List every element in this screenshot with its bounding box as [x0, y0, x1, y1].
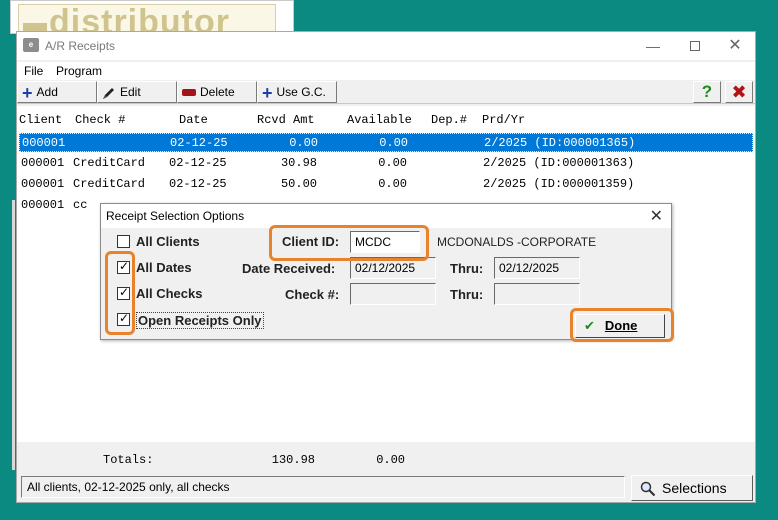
menu-program[interactable]: Program [56, 64, 102, 78]
minimize-button[interactable]: — [641, 36, 665, 56]
cell-rcvd: 30.98 [280, 156, 317, 170]
all-dates-label: All Dates [136, 260, 192, 275]
logo-text: distributor [49, 4, 230, 34]
cell-date: 02-12-25 [169, 177, 227, 191]
cell-client: 000001 [21, 177, 65, 191]
window-title: A/R Receipts [45, 39, 116, 53]
add-button[interactable]: + Add [17, 81, 97, 103]
add-label: Add [36, 85, 58, 99]
checkbox-highlight [105, 251, 135, 335]
cell-client: 000001 [21, 198, 65, 212]
use-gc-label: Use G.C. [276, 85, 326, 99]
maximize-icon [690, 41, 700, 51]
cell-available: 0.00 [379, 136, 408, 150]
date-thru-label: Thru: [450, 261, 484, 276]
check-number-label: Check #: [285, 287, 340, 302]
table-row[interactable]: 000001 CreditCard 02-12-25 50.00 0.00 2/… [19, 175, 753, 194]
title-bar[interactable]: e A/R Receipts — ✕ [17, 32, 755, 60]
exit-icon: ✖ [731, 82, 747, 102]
totals-bar: Totals: 130.98 0.00 [17, 449, 755, 471]
totals-rcvd: 130.98 [271, 453, 315, 467]
exit-button[interactable]: ✖ [725, 81, 753, 103]
cell-available: 0.00 [378, 156, 407, 170]
col-available[interactable]: Available [347, 113, 412, 127]
toolbar: + Add Edit Delete + Use G.C. ? ✖ [17, 80, 755, 104]
cell-check: CreditCard [73, 177, 146, 191]
distributor-logo: distributor [18, 4, 276, 34]
list-header: Client Check # Date Rcvd Amt Available D… [17, 106, 755, 132]
maximize-button[interactable] [683, 36, 707, 56]
cell-available: 0.00 [378, 177, 407, 191]
client-name: MCDONALDS -CORPORATE [437, 235, 597, 249]
dialog-title: Receipt Selection Options [106, 209, 245, 223]
date-received-label: Date Received: [242, 261, 336, 276]
edit-label: Edit [120, 85, 141, 99]
col-date[interactable]: Date [179, 113, 208, 127]
app-icon: e [23, 38, 39, 52]
all-clients-checkbox[interactable] [117, 235, 130, 248]
done-button-highlight [570, 308, 674, 342]
col-rcvd-amt[interactable]: Rcvd Amt [257, 113, 315, 127]
col-prd-yr[interactable]: Prd/Yr [482, 113, 525, 127]
totals-available: 0.00 [376, 453, 405, 467]
close-window-button[interactable]: ✕ [723, 36, 747, 56]
cell-check: CreditCard [73, 156, 146, 170]
delete-label: Delete [200, 85, 235, 99]
magnifier-icon [640, 482, 656, 497]
plus-icon: + [262, 82, 273, 103]
status-text: All clients, 02-12-2025 only, all checks [21, 476, 625, 498]
delete-icon [182, 89, 196, 97]
dialog-close-button[interactable]: ✕ [650, 206, 663, 226]
edit-button[interactable]: Edit [97, 81, 177, 103]
client-id-highlight [269, 225, 429, 261]
cell-date: 02-12-25 [169, 156, 227, 170]
table-row[interactable]: 000001 02-12-25 0.00 0.00 2/2025 (ID:000… [19, 133, 753, 152]
use-gift-card-button[interactable]: + Use G.C. [257, 81, 337, 103]
cell-client: 000001 [21, 156, 65, 170]
cell-check: cc [73, 198, 88, 212]
all-clients-label: All Clients [136, 234, 200, 249]
date-thru-field[interactable]: 02/12/2025 [494, 257, 580, 279]
col-client[interactable]: Client [19, 113, 62, 127]
pencil-icon [103, 87, 114, 99]
cell-prd: 2/2025 (ID:000001365) [484, 136, 636, 150]
cell-prd: 2/2025 (ID:000001363) [483, 156, 635, 170]
col-dep[interactable]: Dep.# [431, 113, 467, 127]
selections-label: Selections [662, 480, 727, 496]
cell-rcvd: 50.00 [280, 177, 317, 191]
totals-label: Totals: [103, 453, 154, 467]
open-receipts-label: Open Receipts Only [136, 312, 264, 329]
menu-bar: File Program [17, 62, 755, 80]
col-check[interactable]: Check # [75, 113, 125, 127]
menu-file[interactable]: File [24, 64, 43, 78]
delete-button[interactable]: Delete [177, 81, 257, 103]
all-checks-label: All Checks [136, 286, 203, 301]
cell-rcvd: 0.00 [289, 136, 318, 150]
cell-prd: 2/2025 (ID:000001359) [483, 177, 635, 191]
check-thru-label: Thru: [450, 287, 484, 302]
help-icon: ? [701, 82, 713, 101]
plus-icon: + [22, 82, 33, 103]
cell-date: 02-12-25 [170, 136, 228, 150]
check-thru-field[interactable] [494, 283, 580, 305]
check-from-field[interactable] [350, 283, 436, 305]
help-button[interactable]: ? [693, 81, 721, 103]
background-window-edge [12, 200, 15, 470]
cell-client: 000001 [22, 136, 66, 150]
selections-button[interactable]: Selections [631, 475, 753, 501]
table-row[interactable]: 000001 CreditCard 02-12-25 30.98 0.00 2/… [19, 154, 753, 173]
